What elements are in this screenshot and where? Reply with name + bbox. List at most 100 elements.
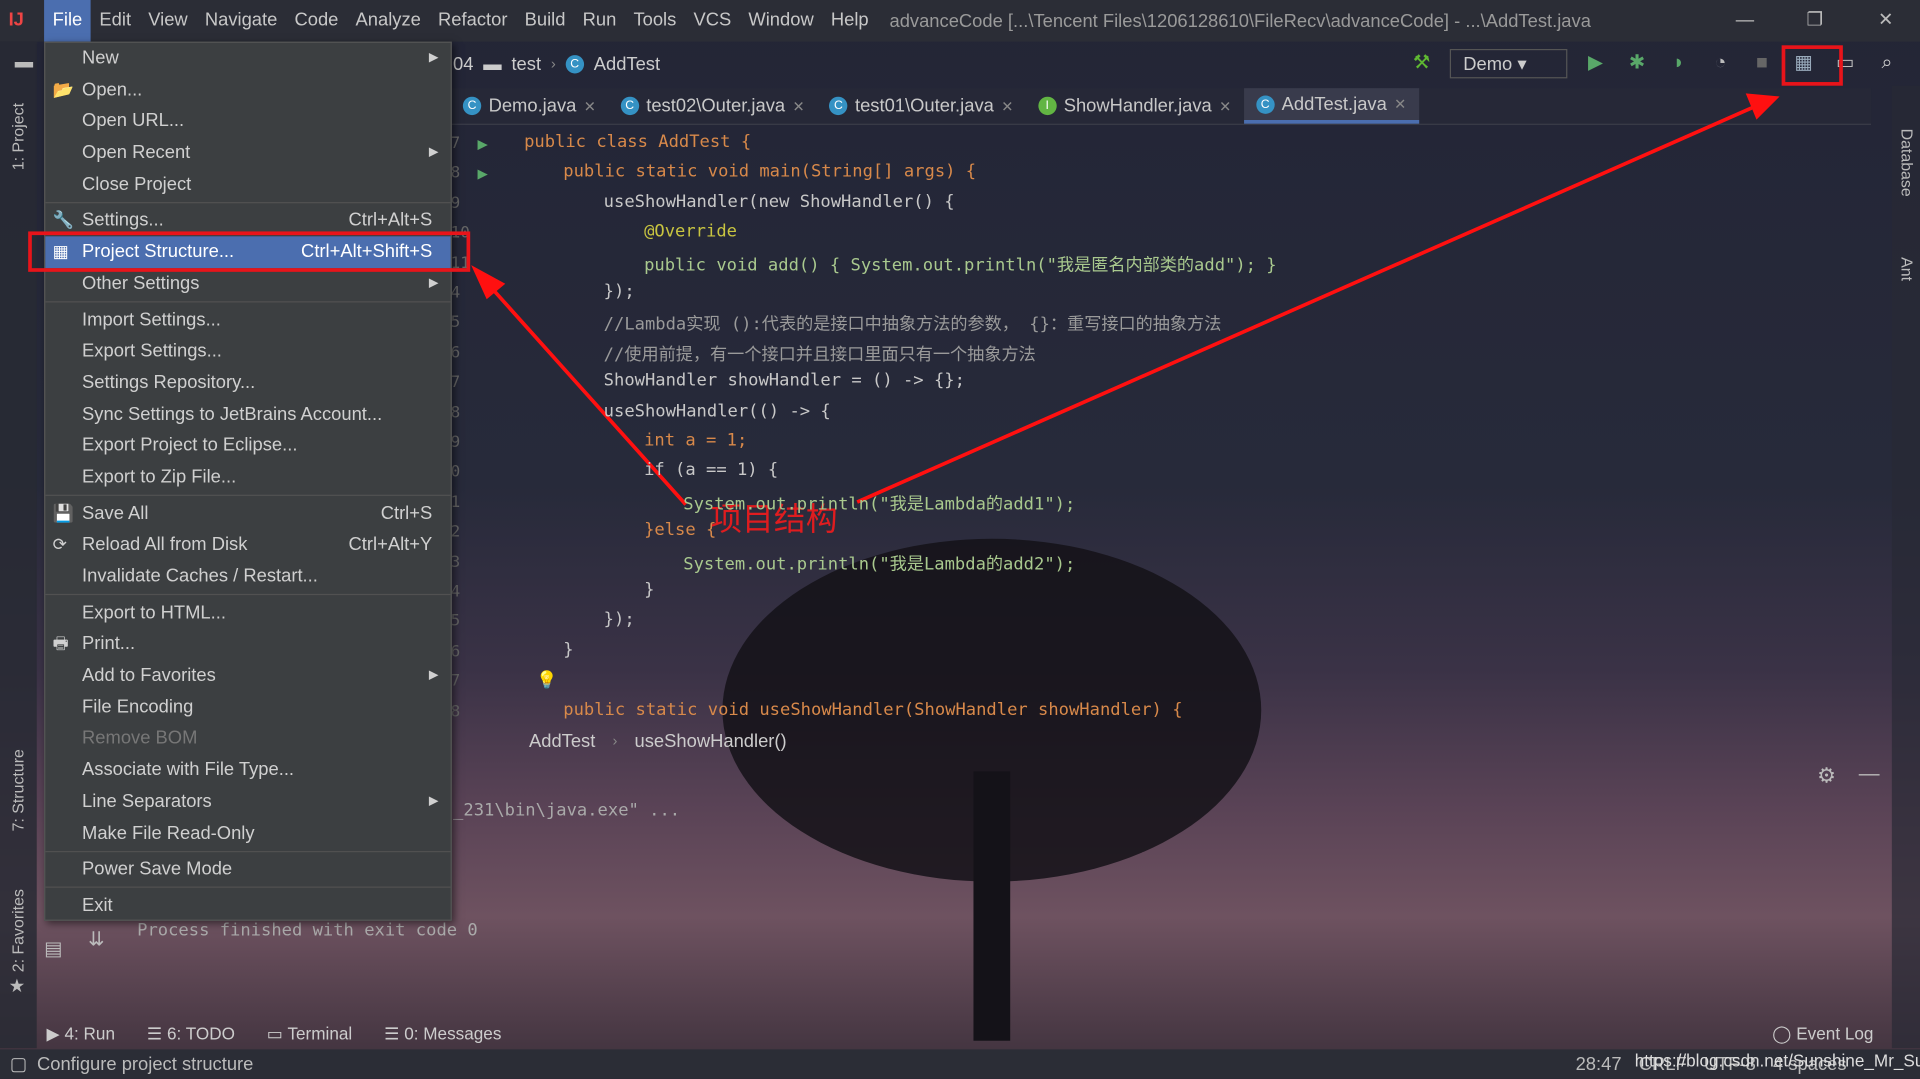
line-number: 5 [450,313,461,333]
arrow-head [1745,93,1780,120]
menu-item-power-save-mode[interactable]: Power Save Mode [45,854,450,885]
menu-item-label: Export to HTML... [82,602,226,623]
menu-item-label: Open URL... [82,110,185,132]
shortcut-label: Ctrl+S [380,502,433,524]
file-menu-dropdown: New ▶ 📂 Open... Open URL... Open Recent ▶ Close… [44,41,452,921]
project-structure-highlight-box [28,231,471,272]
menu-item-label: Save All [82,502,149,524]
code-line: public static void useShowHandler(ShowHa… [563,699,1183,720]
submenu-arrow-icon: ▶ [428,276,439,290]
code-line: int a = 1; [644,431,748,451]
menu-item-reload-all-from-disk[interactable]: ⟳ Reload All from Disk Ctrl+Alt+Y [45,529,450,560]
code-line: useShowHandler(new ShowHandler() { [603,191,955,212]
menu-item-open-recent[interactable]: Open Recent ▶ [45,137,450,168]
menu-separator [45,201,451,204]
line-number: 9 [450,194,461,213]
code-line: @Override [644,221,737,242]
menu-item-print[interactable]: 🖶 Print... [45,629,450,660]
menu-item-label: Reload All from Disk [82,534,248,556]
line-number: 8 [450,164,461,183]
code-line: }else { [644,520,717,541]
menu-item-remove-bom: Remove BOM [45,723,450,754]
menu-item-invalidate-caches-restart[interactable]: Invalidate Caches / Restart... [45,561,450,592]
line-number: 0 [450,463,461,482]
menu-separator [45,301,451,303]
code-line: }); [603,281,635,302]
line-number: 6 [450,642,461,661]
code-line: useShowHandler(() -> { [603,401,831,421]
menu-item-label: Line Separators [82,790,212,812]
line-number: 8 [450,403,461,422]
line-number: 8 [450,702,461,721]
ide-window: IJ File Edit View Navigate Code Analyze … [0,0,1920,1079]
menu-item-label: Associate with File Type... [82,759,295,781]
menu-item-other-settings[interactable]: Other Settings ▶ [45,268,450,299]
line-number: 1 [450,493,461,512]
code-line: //Lambda实现 ():代表的是接口中抽象方法的参数， {}：重写接口的抽象… [603,315,1222,335]
menu-item-export-project-to-eclipse[interactable]: Export Project to Eclipse... [45,430,450,461]
menu-item-label: Export to Zip File... [82,466,237,488]
menu-item-export-to-html[interactable]: Export to HTML... [45,597,450,628]
code-line: public class AddTest { [524,132,752,152]
line-number: 7 [450,672,461,691]
line-number: 4 [450,582,461,602]
menu-item-export-settings[interactable]: Export Settings... [45,336,450,367]
submenu-arrow-icon: ▶ [428,51,439,65]
menu-item-label: Import Settings... [82,309,221,331]
menu-item-label: Power Save Mode [82,858,233,880]
menu-item-make-file-read-only[interactable]: Make File Read-Only [45,817,450,848]
menu-item-add-to-favorites[interactable]: Add to Favorites ▶ [45,660,450,691]
menu-item-open-url[interactable]: Open URL... [45,106,450,137]
menu-item-sync-settings-to-jetbrains-account[interactable]: Sync Settings to JetBrains Account... [45,399,450,430]
line-number: 2 [450,523,461,542]
menu-item-new[interactable]: New ▶ [45,43,450,74]
menu-item-label: Close Project [82,173,192,195]
code-line: public void add() { System.out.println("… [644,255,1277,276]
print-icon: 🖶 [52,633,69,654]
menu-separator [45,886,451,889]
reload-icon: ⟳ [52,534,68,554]
menu-item-line-separators[interactable]: Line Separators ▶ [45,786,450,817]
code-line: }); [603,610,635,630]
line-number: 7 [450,373,461,393]
menu-item-label: Other Settings [82,272,200,294]
code-line: if (a == 1) { [644,460,779,481]
run-gutter-icon[interactable]: ▶ [478,165,488,185]
menu-item-save-all[interactable]: 💾 Save All Ctrl+S [45,498,450,529]
submenu-arrow-icon: ▶ [428,668,439,683]
code-line: ShowHandler showHandler = () -> {}; [603,371,965,391]
line-number: 4 [450,284,461,303]
menu-separator [45,594,451,596]
menu-item-exit[interactable]: Exit [45,890,450,921]
code-line: //使用前提，有一个接口并且接口里面只有一个抽象方法 [603,345,1036,365]
menu-item-label: Exit [82,894,113,916]
menu-item-label: New [82,47,119,69]
menu-item-open[interactable]: 📂 Open... [45,74,450,105]
menu-item-label: Settings... [82,209,164,231]
line-number: 6 [450,343,461,363]
menu-item-file-encoding[interactable]: File Encoding [45,692,450,723]
code-editor[interactable]: 7 public class AddTest { 8 public static vo… [451,127,1871,725]
menu-item-settings-repository[interactable]: Settings Repository... [45,367,450,398]
run-gutter-icon[interactable]: ▶ [478,135,488,155]
line-number: 5 [450,612,461,632]
menu-separator [45,850,451,852]
line-number: 9 [450,433,461,452]
menu-item-label: Settings Repository... [82,372,256,393]
menu-item-label: Export Settings... [82,340,222,362]
menu-item-export-to-zip-file[interactable]: Export to Zip File... [45,462,450,493]
menu-item-associate-with-file-type[interactable]: Associate with File Type... [45,754,450,785]
lightbulb-icon[interactable]: 💡 [536,671,557,691]
menu-item-label: Sync Settings to JetBrains Account... [82,403,383,425]
menu-item-label: Add to Favorites [82,664,216,686]
menu-item-label: Open... [82,79,143,101]
menu-item-close-project[interactable]: Close Project [45,169,450,200]
menu-item-label: Invalidate Caches / Restart... [82,565,318,587]
code-line: } [644,580,655,601]
code-line: public static void main(String[] args) { [563,162,977,182]
menu-item-label: Export Project to Eclipse... [82,435,298,456]
menu-item-label: Print... [82,633,136,655]
menu-item-label: Remove BOM [82,727,198,749]
menu-item-import-settings[interactable]: Import Settings... [45,304,450,335]
code-line: System.out.println("我是Lambda的add1"); [683,494,1076,515]
